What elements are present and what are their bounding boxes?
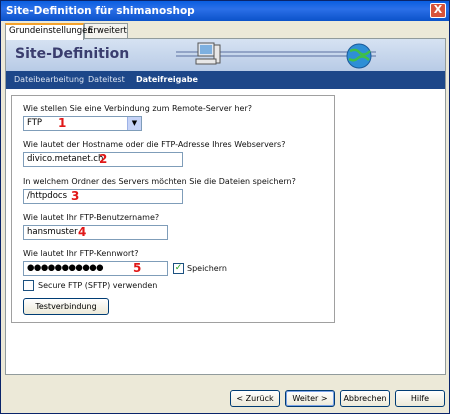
step-nav: Dateibearbeitung Dateitest Dateifreigabe — [6, 71, 445, 89]
connection-select[interactable]: FTP ▼ — [23, 116, 142, 131]
title-bar: Site-Definition für shimanoshop X — [1, 1, 449, 21]
checkmark-icon: ✓ — [174, 263, 183, 273]
save-password-label: Speichern — [187, 264, 227, 273]
network-illustration-icon — [176, 42, 376, 69]
save-password-checkbox[interactable]: ✓ — [173, 263, 184, 274]
cancel-button[interactable]: Abbrechen — [340, 390, 390, 407]
marker-5: 5 — [133, 261, 142, 275]
host-input-value: divico.metanet.ch — [27, 154, 104, 164]
password-input-value: ●●●●●●●●●●● — [27, 263, 104, 273]
nav-item-dateibearbeitung[interactable]: Dateibearbeitung — [14, 71, 84, 89]
tab-panel: Site-Definition Dateibearbeitung Dateite… — [5, 38, 446, 375]
question-password: Wie lautet Ihr FTP-Kennwort? — [23, 249, 139, 258]
window-title: Site-Definition für shimanoshop — [6, 5, 195, 17]
next-button[interactable]: Weiter > — [285, 390, 335, 407]
connection-select-value: FTP — [27, 118, 43, 128]
chevron-down-icon[interactable]: ▼ — [127, 117, 141, 130]
tab-label: Erweitert — [88, 26, 127, 36]
tab-grundeinstellungen[interactable]: Grundeinstellungen — [5, 23, 93, 40]
nav-item-dateitest[interactable]: Dateitest — [88, 71, 125, 89]
tab-label: Grundeinstellungen — [9, 26, 93, 36]
marker-2: 2 — [99, 152, 108, 166]
back-button[interactable]: < Zurück — [230, 390, 280, 407]
username-input-value: hansmuster — [27, 227, 78, 237]
question-connection: Wie stellen Sie eine Verbindung zum Remo… — [23, 104, 253, 113]
sftp-label: Secure FTP (SFTP) verwenden — [38, 281, 158, 290]
dialog-window: Site-Definition für shimanoshop X Grunde… — [0, 0, 450, 414]
page-title: Site-Definition — [15, 46, 130, 62]
test-connection-button[interactable]: Testverbindung — [23, 298, 109, 315]
folder-input[interactable]: /httpdocs — [23, 189, 183, 204]
question-username: Wie lautet Ihr FTP-Benutzername? — [23, 213, 160, 222]
close-button[interactable]: X — [430, 3, 446, 18]
password-input[interactable]: ●●●●●●●●●●● — [23, 261, 168, 276]
question-host: Wie lautet der Hostname oder die FTP-Adr… — [23, 140, 286, 149]
marker-3: 3 — [71, 189, 80, 203]
marker-4: 4 — [78, 225, 87, 239]
sftp-checkbox[interactable] — [23, 280, 34, 291]
wizard-header: Site-Definition — [6, 39, 445, 71]
form-area: Wie stellen Sie eine Verbindung zum Remo… — [11, 95, 335, 323]
marker-1: 1 — [58, 116, 67, 130]
folder-input-value: /httpdocs — [27, 191, 68, 201]
question-folder: In welchem Ordner des Servers möchten Si… — [23, 177, 296, 186]
help-button[interactable]: Hilfe — [395, 390, 445, 407]
username-input[interactable]: hansmuster — [23, 225, 168, 240]
nav-item-dateifreigabe[interactable]: Dateifreigabe — [136, 71, 198, 89]
close-icon: X — [433, 3, 443, 16]
